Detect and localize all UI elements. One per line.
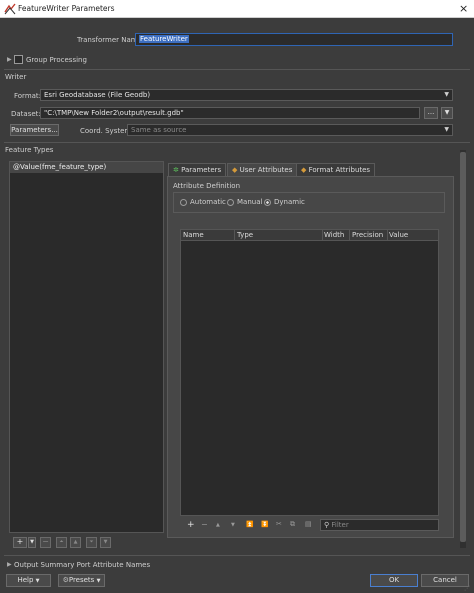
coord-system-select[interactable]: Same as source ▼ [127, 124, 453, 136]
attribute-table[interactable]: Name Type Width Precision Value [180, 229, 439, 516]
transformer-name-value: FeatureWriter [139, 35, 189, 43]
expand-arrow-icon[interactable]: ▶ [7, 561, 12, 568]
chevron-down-icon: ▼ [96, 578, 101, 584]
chevron-down-icon: ▼ [444, 91, 449, 98]
dataset-label: Dataset: [11, 110, 41, 118]
help-label: Help [17, 576, 34, 584]
fme-logo-icon [4, 3, 16, 15]
ok-button[interactable]: OK [370, 574, 418, 587]
transformer-name-input[interactable]: FeatureWriter [135, 33, 453, 46]
list-item[interactable]: @Value(fme_feature_type) [10, 162, 163, 173]
move-up-button[interactable]: ▲ [216, 522, 220, 528]
up-arrow-icon: ▲ [73, 539, 78, 545]
tab-label: Parameters [181, 166, 222, 174]
dataset-input[interactable]: "C:\TMP\New Folder2\output\result.gdb" [40, 107, 420, 119]
column-header-precision[interactable]: Precision [352, 230, 388, 240]
close-icon[interactable]: × [459, 2, 468, 15]
column-header-width[interactable]: Width [324, 230, 350, 240]
title-bar: FeatureWriter Parameters × [0, 0, 474, 18]
gear-icon: ✲ [173, 166, 179, 174]
remove-attribute-button[interactable]: − [201, 520, 208, 529]
format-label: Format: [14, 92, 42, 100]
expand-arrow-icon[interactable]: ▶ [7, 56, 12, 63]
coord-system-label: Coord. System: [80, 127, 134, 135]
radio-automatic[interactable]: Automatic [180, 198, 226, 206]
table-header: Name Type Width Precision Value [181, 230, 438, 241]
paste-icon[interactable]: ▤ [305, 520, 312, 528]
filter-input[interactable]: ⚲ Filter [320, 519, 439, 531]
resize-grip-icon[interactable]: ⋰ [464, 585, 470, 592]
tab-label: User Attributes [239, 166, 293, 174]
move-bottom-button[interactable]: ⏷ [86, 537, 97, 548]
writer-section-label: Writer [5, 73, 27, 81]
feature-types-section-label: Feature Types [5, 146, 54, 154]
attribute-definition-label: Attribute Definition [173, 182, 241, 190]
filter-placeholder: Filter [331, 521, 349, 529]
add-dropdown-button[interactable]: ▼ [28, 537, 36, 548]
divider [4, 142, 470, 143]
move-top-icon[interactable]: ⏫ [246, 521, 253, 528]
radio-label: Manual [237, 198, 263, 206]
format-select[interactable]: Esri Geodatabase (File Geodb) ▼ [40, 89, 453, 101]
radio-icon [180, 198, 187, 206]
radio-manual[interactable]: Manual [227, 198, 262, 206]
search-icon: ⚲ [324, 521, 330, 529]
window-title: FeatureWriter Parameters [18, 4, 115, 13]
double-down-icon: ⏷ [89, 539, 94, 545]
tab-user-attributes[interactable]: ◆ User Attributes [227, 163, 298, 176]
presets-button[interactable]: ⚙Presets ▼ [58, 574, 105, 587]
diamond-icon: ◆ [232, 166, 238, 174]
chevron-down-icon: ▼ [35, 578, 40, 584]
radio-label: Automatic [190, 198, 226, 206]
radio-icon [227, 198, 234, 206]
feature-types-list[interactable]: @Value(fme_feature_type) [9, 161, 164, 533]
chevron-down-icon: ▼ [30, 539, 34, 545]
add-feature-type-button[interactable]: + [13, 537, 27, 548]
tab-label: Format Attributes [308, 166, 371, 174]
chevron-down-icon: ▼ [444, 126, 449, 133]
radio-dynamic[interactable]: Dynamic [264, 198, 305, 206]
group-processing-checkbox[interactable] [14, 55, 23, 64]
parameters-button[interactable]: Parameters... [10, 124, 59, 136]
double-up-icon: ⏶ [59, 539, 64, 545]
dataset-dropdown-button[interactable]: ▼ [441, 107, 453, 119]
browse-button[interactable]: ... [424, 107, 438, 119]
output-summary-label: Output Summary Port Attribute Names [14, 561, 151, 569]
column-header-type[interactable]: Type [237, 230, 323, 240]
divider [4, 555, 470, 556]
down-arrow-icon: ▼ [103, 539, 108, 545]
scrollbar[interactable] [460, 150, 466, 548]
move-down-button[interactable]: ▼ [100, 537, 111, 548]
presets-label: Presets [68, 576, 95, 584]
copy-icon[interactable]: ⧉ [290, 520, 295, 529]
move-top-button[interactable]: ⏶ [56, 537, 67, 548]
group-processing-label: Group Processing [26, 56, 87, 64]
diamond-icon: ◆ [301, 166, 307, 174]
tab-parameters[interactable]: ✲ Parameters [168, 163, 227, 176]
format-value: Esri Geodatabase (File Geodb) [44, 91, 151, 99]
remove-feature-type-button[interactable]: − [40, 537, 51, 548]
divider [4, 69, 470, 70]
move-down-button[interactable]: ▼ [231, 522, 235, 528]
add-attribute-button[interactable]: + [187, 520, 195, 530]
column-header-value[interactable]: Value [389, 230, 438, 240]
cut-icon[interactable]: ✂ [276, 520, 282, 528]
cancel-button[interactable]: Cancel [421, 574, 469, 587]
move-bottom-icon[interactable]: ⏬ [261, 521, 268, 528]
scrollbar-thumb[interactable] [460, 152, 466, 542]
radio-label: Dynamic [274, 198, 305, 206]
coord-system-placeholder: Same as source [131, 126, 187, 134]
help-button[interactable]: Help ▼ [6, 574, 51, 587]
tab-format-attributes[interactable]: ◆ Format Attributes [296, 163, 376, 176]
radio-selected-icon [264, 198, 271, 206]
chevron-down-icon: ▼ [444, 109, 450, 116]
move-up-button[interactable]: ▲ [70, 537, 81, 548]
column-header-name[interactable]: Name [183, 230, 235, 240]
